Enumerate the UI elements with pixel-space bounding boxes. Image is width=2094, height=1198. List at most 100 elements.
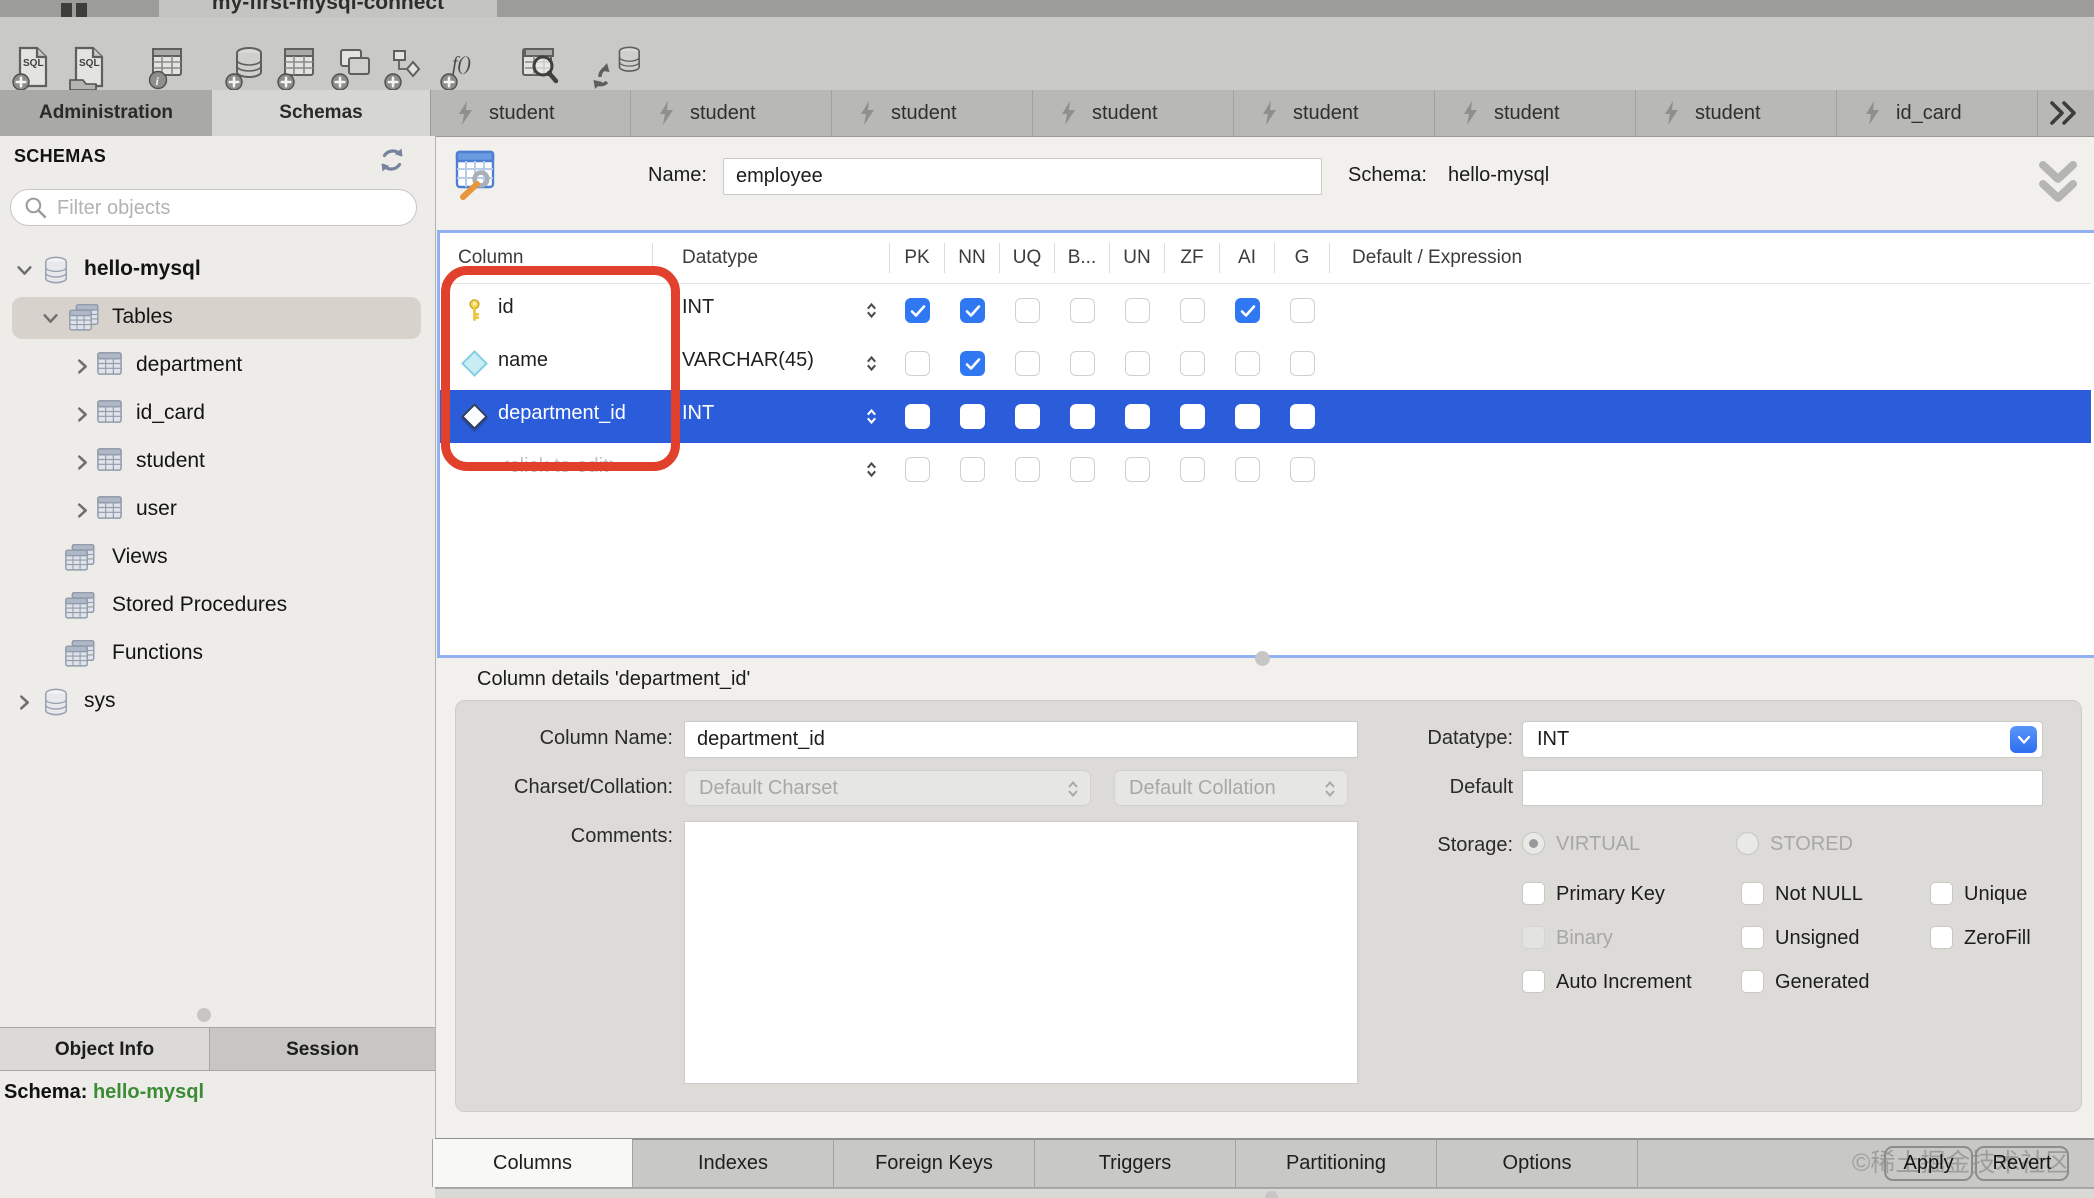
checkbox-zerofill[interactable]: [1930, 926, 1953, 949]
checkbox-B-name[interactable]: [1070, 351, 1095, 376]
checkbox-ZF-department_id[interactable]: [1180, 404, 1205, 429]
checkbox-AI-department_id[interactable]: [1235, 404, 1260, 429]
checkbox-NN-department_id[interactable]: [960, 404, 985, 429]
tree-item-tables[interactable]: Tables: [0, 296, 435, 340]
datatype-dropdown-button[interactable]: [2010, 726, 2037, 753]
datatype-stepper[interactable]: [865, 354, 878, 378]
checkbox-generated[interactable]: [1741, 970, 1764, 993]
chevron-down-icon[interactable]: [16, 262, 33, 284]
tab-overflow-button[interactable]: [2046, 99, 2080, 132]
datatype-stepper[interactable]: [865, 301, 878, 325]
table-name-input[interactable]: [723, 158, 1322, 195]
default-input[interactable]: [1522, 770, 2043, 806]
grid-row-name[interactable]: nameVARCHAR(45): [440, 337, 2091, 390]
tree-item-student[interactable]: student: [0, 440, 435, 484]
chevron-down-icon[interactable]: [42, 310, 59, 332]
tree-item-hello-mysql[interactable]: hello-mysql: [0, 248, 435, 292]
tab-schemas[interactable]: Schemas: [212, 90, 431, 136]
tree-item-stored-procedures[interactable]: Stored Procedures: [0, 584, 435, 628]
apply-button[interactable]: Apply: [1884, 1146, 1973, 1181]
tree-item-id_card[interactable]: id_card: [0, 392, 435, 436]
toolbar-new-function-button[interactable]: f(): [438, 44, 486, 92]
checkbox-placeholder-2[interactable]: [1015, 457, 1040, 482]
datatype-combobox[interactable]: INT: [1522, 721, 2043, 758]
bottom-tab-foreign-keys[interactable]: Foreign Keys: [834, 1139, 1035, 1187]
checkbox-placeholder-4[interactable]: [1125, 457, 1150, 482]
toolbar-inspector-button[interactable]: i: [143, 44, 191, 92]
chevron-right-icon[interactable]: [74, 502, 91, 524]
toolbar-search-data-button[interactable]: [515, 44, 563, 92]
editor-tab-student-3[interactable]: student: [1033, 90, 1234, 136]
editor-tab-student-0[interactable]: student: [430, 90, 631, 136]
checkbox-UQ-id[interactable]: [1015, 298, 1040, 323]
refresh-schemas-button[interactable]: [378, 146, 406, 179]
grid-row-placeholder[interactable]: <click to edit>: [440, 443, 2091, 496]
editor-tab-student-2[interactable]: student: [832, 90, 1033, 136]
chevron-right-icon[interactable]: [74, 358, 91, 380]
checkbox-NN-id[interactable]: [960, 298, 985, 323]
tree-item-department[interactable]: department: [0, 344, 435, 388]
toolbar-new-view-button[interactable]: [329, 44, 377, 92]
tab-session[interactable]: Session: [210, 1027, 435, 1071]
toolbar-new-table-button[interactable]: [275, 44, 323, 92]
checkbox-primary-key[interactable]: [1522, 882, 1545, 905]
checkbox-unique[interactable]: [1930, 882, 1953, 905]
column-name-input[interactable]: [684, 721, 1358, 758]
tab-administration[interactable]: Administration: [0, 90, 213, 136]
checkbox-B-id[interactable]: [1070, 298, 1095, 323]
datatype-cell[interactable]: INT: [682, 402, 714, 425]
revert-button[interactable]: Revert: [1975, 1146, 2069, 1181]
comments-textarea[interactable]: [684, 821, 1358, 1084]
checkbox-AI-id[interactable]: [1235, 298, 1260, 323]
editor-tab-student-5[interactable]: student: [1435, 90, 1636, 136]
checkbox-placeholder-0[interactable]: [905, 457, 930, 482]
bottom-tab-triggers[interactable]: Triggers: [1035, 1139, 1236, 1187]
filter-objects-input[interactable]: [55, 193, 399, 223]
bottom-tab-options[interactable]: Options: [1437, 1139, 1638, 1187]
editor-tab-student-4[interactable]: student: [1234, 90, 1435, 136]
checkbox-PK-name[interactable]: [905, 351, 930, 376]
checkbox-PK-department_id[interactable]: [905, 404, 930, 429]
chevron-right-icon[interactable]: [74, 454, 91, 476]
bottom-tab-indexes[interactable]: Indexes: [633, 1139, 834, 1187]
sidebar-splitter-handle[interactable]: [197, 1008, 211, 1022]
checkbox-UQ-department_id[interactable]: [1015, 404, 1040, 429]
checkbox-placeholder-3[interactable]: [1070, 457, 1095, 482]
checkbox-G-name[interactable]: [1290, 351, 1315, 376]
checkbox-B-department_id[interactable]: [1070, 404, 1095, 429]
checkbox-placeholder-5[interactable]: [1180, 457, 1205, 482]
editor-tab-student-6[interactable]: student: [1636, 90, 1837, 136]
bottom-splitter-handle[interactable]: [1265, 1191, 1278, 1198]
grid-row-id[interactable]: idINT: [440, 284, 2091, 337]
checkbox-PK-id[interactable]: [905, 298, 930, 323]
tree-item-sys[interactable]: sys: [0, 680, 435, 724]
checkbox-placeholder-1[interactable]: [960, 457, 985, 482]
editor-tab-id_card-7[interactable]: id_card: [1837, 90, 2038, 136]
bottom-tab-partitioning[interactable]: Partitioning: [1236, 1139, 1437, 1187]
datatype-cell[interactable]: VARCHAR(45): [682, 349, 814, 372]
toolbar-sync-database-button[interactable]: [592, 44, 640, 92]
checkbox-UN-name[interactable]: [1125, 351, 1150, 376]
tab-object-info[interactable]: Object Info: [0, 1027, 210, 1071]
bottom-tab-columns[interactable]: Columns: [432, 1139, 633, 1187]
checkbox-ZF-name[interactable]: [1180, 351, 1205, 376]
toolbar-new-sql-tab-button[interactable]: SQL: [10, 44, 58, 92]
checkbox-placeholder-6[interactable]: [1235, 457, 1260, 482]
chevron-right-icon[interactable]: [74, 406, 91, 428]
grid-splitter-handle[interactable]: [1255, 651, 1270, 666]
collapse-editor-icon[interactable]: [2034, 156, 2082, 213]
toolbar-new-procedure-button[interactable]: [382, 44, 430, 92]
tree-item-user[interactable]: user: [0, 488, 435, 532]
checkbox-UN-department_id[interactable]: [1125, 404, 1150, 429]
datatype-stepper[interactable]: [865, 460, 878, 484]
connection-tab[interactable]: my-first-mysql-connect: [159, 0, 497, 17]
tree-item-functions[interactable]: Functions: [0, 632, 435, 676]
tree-item-views[interactable]: Views: [0, 536, 435, 580]
datatype-stepper[interactable]: [865, 407, 878, 431]
editor-tab-student-1[interactable]: student: [631, 90, 832, 136]
datatype-cell[interactable]: INT: [682, 296, 714, 319]
checkbox-G-id[interactable]: [1290, 298, 1315, 323]
checkbox-not-null[interactable]: [1741, 882, 1764, 905]
checkbox-NN-name[interactable]: [960, 351, 985, 376]
checkbox-auto-increment[interactable]: [1522, 970, 1545, 993]
